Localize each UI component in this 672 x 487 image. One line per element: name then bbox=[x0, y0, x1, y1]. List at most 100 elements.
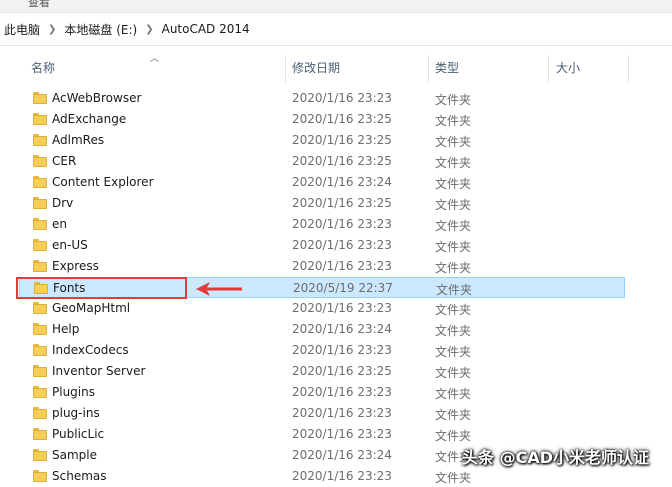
breadcrumb-local-disk[interactable]: 本地磁盘 (E:) bbox=[64, 21, 137, 38]
file-name: en bbox=[52, 217, 67, 231]
file-type: 文件夹 bbox=[435, 429, 472, 443]
folder-icon bbox=[33, 407, 47, 419]
file-date: 2020/1/16 23:23 bbox=[292, 91, 392, 105]
file-row[interactable]: Inventor Server 2020/1/16 23:25 文件夹 bbox=[19, 361, 625, 382]
file-row[interactable]: AdlmRes 2020/1/16 23:25 文件夹 bbox=[19, 130, 625, 151]
file-date: 2020/1/16 23:23 bbox=[292, 238, 392, 252]
file-name: Schemas bbox=[52, 469, 107, 483]
file-type: 文件夹 bbox=[435, 345, 472, 359]
file-date: 2020/1/16 23:23 bbox=[292, 217, 392, 231]
file-name: PublicLic bbox=[52, 427, 105, 441]
file-name: Drv bbox=[52, 196, 74, 210]
file-row[interactable]: GeoMapHtml 2020/1/16 23:23 文件夹 bbox=[19, 298, 625, 319]
file-name: Content Explorer bbox=[52, 175, 154, 189]
column-divider[interactable] bbox=[548, 55, 549, 83]
column-type[interactable]: 类型 bbox=[435, 47, 459, 84]
file-type: 文件夹 bbox=[435, 177, 472, 191]
file-row[interactable]: Drv 2020/1/16 23:25 文件夹 bbox=[19, 193, 625, 214]
file-date: 2020/1/16 23:23 bbox=[292, 259, 392, 273]
folder-icon bbox=[33, 218, 47, 230]
file-name: Inventor Server bbox=[52, 364, 146, 378]
file-date: 2020/1/16 23:24 bbox=[292, 175, 392, 189]
folder-icon bbox=[33, 155, 47, 167]
folder-icon bbox=[33, 323, 47, 335]
folder-icon bbox=[33, 470, 47, 482]
file-row[interactable]: plug-ins 2020/1/16 23:23 文件夹 bbox=[19, 403, 625, 424]
file-type: 文件夹 bbox=[435, 324, 472, 338]
file-row[interactable]: en-US 2020/1/16 23:23 文件夹 bbox=[19, 235, 625, 256]
file-row[interactable]: PublicLic 2020/1/16 23:23 文件夹 bbox=[19, 424, 625, 445]
file-name: Sample bbox=[52, 448, 97, 462]
file-row[interactable]: IndexCodecs 2020/1/16 23:23 文件夹 bbox=[19, 340, 625, 361]
file-date: 2020/1/16 23:25 bbox=[292, 154, 392, 168]
file-type: 文件夹 bbox=[435, 240, 472, 254]
file-name: Help bbox=[52, 322, 80, 336]
column-size[interactable]: 大小 bbox=[556, 47, 580, 84]
file-row[interactable]: AdExchange 2020/1/16 23:25 文件夹 bbox=[19, 109, 625, 130]
file-date: 2020/1/16 23:23 bbox=[292, 469, 392, 483]
file-name: AcWebBrowser bbox=[52, 91, 142, 105]
chevron-right-icon[interactable]: ❯ bbox=[145, 24, 153, 35]
file-date: 2020/5/19 22:37 bbox=[293, 281, 393, 295]
file-date: 2020/1/16 23:23 bbox=[292, 301, 392, 315]
file-type: 文件夹 bbox=[435, 135, 472, 149]
breadcrumb-autocad[interactable]: AutoCAD 2014 bbox=[162, 22, 250, 36]
folder-icon bbox=[33, 197, 47, 209]
folder-icon bbox=[33, 386, 47, 398]
folder-icon bbox=[33, 239, 47, 251]
file-type: 文件夹 bbox=[436, 283, 473, 297]
file-date: 2020/1/16 23:25 bbox=[292, 133, 392, 147]
chevron-right-icon[interactable]: ❯ bbox=[48, 24, 56, 35]
column-date[interactable]: 修改日期 bbox=[292, 47, 340, 84]
file-row[interactable]: Content Explorer 2020/1/16 23:24 文件夹 bbox=[19, 172, 625, 193]
file-name: plug-ins bbox=[52, 406, 100, 420]
folder-icon bbox=[33, 428, 47, 440]
folder-icon bbox=[33, 302, 47, 314]
folder-icon bbox=[33, 176, 47, 188]
column-header: ︿ 名称 修改日期 类型 大小 bbox=[0, 47, 672, 84]
breadcrumb-this-pc[interactable]: 此电脑 bbox=[4, 21, 40, 38]
folder-icon bbox=[33, 113, 47, 125]
file-row[interactable]: Express 2020/1/16 23:23 文件夹 bbox=[19, 256, 625, 277]
file-type: 文件夹 bbox=[435, 261, 472, 275]
file-type: 文件夹 bbox=[435, 114, 472, 128]
folder-icon bbox=[33, 260, 47, 272]
watermark: 头条 @CAD小米老师认证 bbox=[462, 448, 649, 467]
folder-icon bbox=[33, 344, 47, 356]
folder-icon bbox=[33, 449, 47, 461]
column-divider[interactable] bbox=[428, 55, 429, 83]
file-name: CER bbox=[52, 154, 77, 168]
column-divider[interactable] bbox=[285, 55, 286, 83]
file-type: 文件夹 bbox=[435, 303, 472, 317]
file-type: 文件夹 bbox=[435, 93, 472, 107]
file-date: 2020/1/16 23:23 bbox=[292, 385, 392, 399]
file-name: GeoMapHtml bbox=[52, 301, 131, 315]
annotation-arrow-icon bbox=[196, 282, 242, 296]
file-type: 文件夹 bbox=[435, 471, 472, 485]
file-type: 文件夹 bbox=[435, 408, 472, 422]
ribbon-strip: 查看 bbox=[0, 0, 672, 13]
folder-icon bbox=[33, 365, 47, 377]
file-row[interactable]: CER 2020/1/16 23:25 文件夹 bbox=[19, 151, 625, 172]
address-bar[interactable]: 此电脑 ❯ 本地磁盘 (E:) ❯ AutoCAD 2014 bbox=[0, 13, 672, 46]
file-name: Plugins bbox=[52, 385, 95, 399]
file-name: en-US bbox=[52, 238, 88, 252]
file-date: 2020/1/16 23:25 bbox=[292, 196, 392, 210]
file-date: 2020/1/16 23:25 bbox=[292, 364, 392, 378]
annotation-highlight-box bbox=[16, 277, 187, 299]
file-type: 文件夹 bbox=[435, 156, 472, 170]
ribbon-view-tab[interactable]: 查看 bbox=[28, 0, 50, 10]
file-row[interactable]: Help 2020/1/16 23:24 文件夹 bbox=[19, 319, 625, 340]
file-date: 2020/1/16 23:24 bbox=[292, 322, 392, 336]
file-date: 2020/1/16 23:24 bbox=[292, 448, 392, 462]
file-name: IndexCodecs bbox=[52, 343, 129, 357]
file-row[interactable]: AcWebBrowser 2020/1/16 23:23 文件夹 bbox=[19, 88, 625, 109]
file-type: 文件夹 bbox=[435, 219, 472, 233]
file-name: AdExchange bbox=[52, 112, 127, 126]
column-divider[interactable] bbox=[628, 55, 629, 83]
folder-icon bbox=[33, 92, 47, 104]
file-row[interactable]: en 2020/1/16 23:23 文件夹 bbox=[19, 214, 625, 235]
file-row[interactable]: Plugins 2020/1/16 23:23 文件夹 bbox=[19, 382, 625, 403]
file-type: 文件夹 bbox=[435, 198, 472, 212]
column-name[interactable]: 名称 bbox=[31, 47, 55, 84]
